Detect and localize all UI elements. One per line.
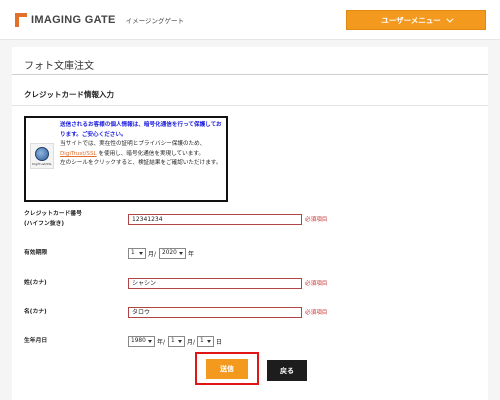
required-label: 必須項目 xyxy=(305,281,328,287)
birth-date-label: 生年月日 xyxy=(24,338,48,344)
digitrust-link[interactable]: DigiTrust/SSL xyxy=(60,151,97,157)
expiry-year-select[interactable]: 2020 xyxy=(159,248,186,259)
chevron-down-icon xyxy=(446,15,454,23)
expiry-label: 有効期限 xyxy=(24,250,48,256)
logo-text: IMAGING GATE xyxy=(31,14,116,26)
first-name-label: 名(カナ) xyxy=(24,309,47,315)
content-panel: フォト文庫注文 クレジットカード情報入力 DigiTrust/SSL 送信される… xyxy=(12,47,488,400)
birth-month-value: 1 xyxy=(171,338,175,344)
birth-day-select[interactable]: 1 xyxy=(197,336,214,347)
birth-month-select[interactable]: 1 xyxy=(168,336,185,347)
card-number-label-text: クレジットカード番号 xyxy=(24,211,82,217)
expiry-month-value: 1 xyxy=(131,250,135,256)
birth-year-value: 1980 xyxy=(131,338,146,344)
ssl-seal[interactable]: DigiTrust/SSL xyxy=(30,143,54,169)
logo-mark-icon xyxy=(15,13,27,27)
notice-line2: を使用し、暗号化通信を実現しています。 xyxy=(98,150,204,157)
expiry-year-value: 2020 xyxy=(162,250,177,256)
notice-line3: 左のシールをクリックすると、検証結果をご確認いただけます。 xyxy=(60,160,222,167)
dropdown-arrow-icon xyxy=(207,340,211,343)
dropdown-arrow-icon xyxy=(148,340,152,343)
divider xyxy=(12,74,488,75)
birth-day-unit: 日 xyxy=(216,339,223,346)
birth-year-unit: 年/ xyxy=(157,339,166,346)
submit-button[interactable]: 送信 xyxy=(206,359,248,379)
birth-year-select[interactable]: 1980 xyxy=(128,336,155,347)
birth-month-unit: 月/ xyxy=(187,339,196,346)
dropdown-arrow-icon xyxy=(178,340,182,343)
last-name-label: 姓(カナ) xyxy=(24,280,47,286)
seal-icon xyxy=(35,146,49,161)
birth-day-value: 1 xyxy=(200,338,204,344)
logo-subtitle: イメージングゲート xyxy=(125,17,185,25)
header-bar: IMAGING GATE イメージングゲート ユーザーメニュー xyxy=(0,0,500,40)
back-button[interactable]: 戻る xyxy=(267,360,307,381)
section-title: クレジットカード情報入力 xyxy=(24,90,114,99)
last-name-input[interactable]: シャシン xyxy=(128,278,302,289)
first-name-input[interactable]: タロウ xyxy=(128,307,302,318)
security-notice: DigiTrust/SSL 送信されるお客様の個人情報は、暗号化通信を行って保護… xyxy=(24,116,228,202)
user-menu-button[interactable]: ユーザーメニュー xyxy=(346,10,486,30)
notice-bold-line: 送信されるお客様の個人情報は、暗号化通信を行って保護しております。ご安心ください… xyxy=(60,122,222,138)
notice-text: 送信されるお客様の個人情報は、暗号化通信を行って保護しております。ご安心ください… xyxy=(60,121,226,169)
dropdown-arrow-icon xyxy=(139,252,143,255)
card-number-input[interactable]: 12341234 xyxy=(128,214,302,225)
user-menu-label: ユーザーメニュー xyxy=(381,15,441,25)
expiry-month-unit: 月/ xyxy=(148,251,157,258)
card-number-label: クレジットカード番号 (ハイフン抜き) xyxy=(24,209,82,229)
seal-label: DigiTrust/SSL xyxy=(32,161,52,166)
required-label: 必須項目 xyxy=(305,217,328,223)
expiry-month-select[interactable]: 1 xyxy=(128,248,146,259)
notice-line1: 当サイトでは、実在性の証明とプライバシー保護のため、 xyxy=(60,141,206,148)
required-label: 必須項目 xyxy=(305,310,328,316)
logo[interactable]: IMAGING GATE イメージングゲート xyxy=(15,12,184,28)
card-number-label-sub: (ハイフン抜き) xyxy=(24,221,65,227)
submit-highlight: 送信 xyxy=(195,352,259,385)
expiry-year-unit: 年 xyxy=(188,251,195,258)
dropdown-arrow-icon xyxy=(179,252,183,255)
page-title: フォト文庫注文 xyxy=(24,61,94,72)
divider xyxy=(12,105,488,106)
